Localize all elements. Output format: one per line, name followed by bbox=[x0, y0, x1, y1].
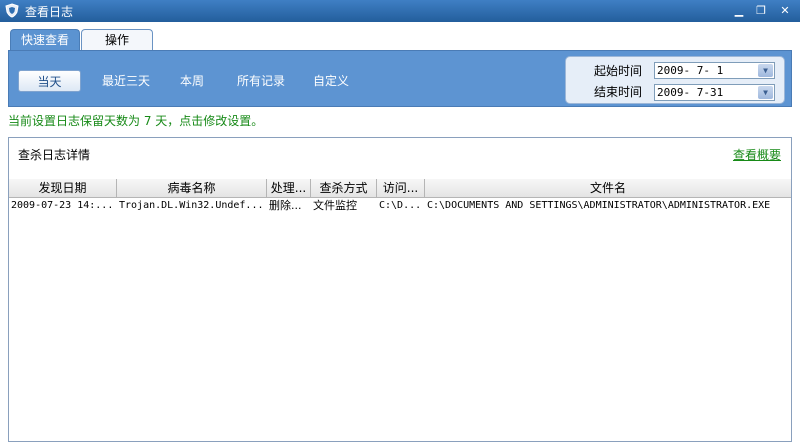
filter-all-records-button[interactable]: 所有记录 bbox=[229, 70, 293, 92]
column-header-action[interactable]: 处理... bbox=[267, 179, 311, 197]
filter-toolbar: 当天 最近三天 本周 所有记录 自定义 起始时间 2009- 7- 1 ▼ 结束… bbox=[8, 50, 792, 107]
tab-operations[interactable]: 操作 bbox=[81, 29, 153, 52]
log-details-panel: 查杀日志详情 查看概要 发现日期 病毒名称 处理... 查杀方式 访问... 文… bbox=[8, 137, 792, 442]
table-row[interactable]: 2009-07-23 14:... Trojan.DL.Win32.Undef.… bbox=[9, 198, 791, 214]
log-retention-note-link[interactable]: 当前设置日志保留天数为 7 天，点击修改设置。 bbox=[8, 112, 263, 129]
table-header: 发现日期 病毒名称 处理... 查杀方式 访问... 文件名 bbox=[9, 179, 791, 198]
column-header-file-name[interactable]: 文件名 bbox=[425, 179, 791, 197]
log-details-heading: 查杀日志详情 bbox=[18, 148, 91, 162]
view-overview-link[interactable]: 查看概要 bbox=[733, 146, 781, 163]
column-header-date[interactable]: 发现日期 bbox=[9, 179, 117, 197]
end-date-label: 结束时间 bbox=[594, 85, 643, 99]
end-date-value: 2009- 7-31 bbox=[657, 86, 724, 99]
cell-access: C:\D... bbox=[379, 200, 422, 211]
filter-custom-button[interactable]: 自定义 bbox=[305, 70, 357, 92]
date-range-panel: 起始时间 2009- 7- 1 ▼ 结束时间 2009- 7-31 ▼ bbox=[565, 56, 785, 104]
restore-button[interactable]: ❐ bbox=[754, 4, 768, 18]
chevron-down-icon[interactable]: ▼ bbox=[758, 86, 773, 99]
start-date-label: 起始时间 bbox=[594, 64, 643, 78]
tab-strip: 快速查看 操作 bbox=[0, 22, 800, 52]
cell-date: 2009-07-23 14:... bbox=[11, 200, 114, 211]
window-title: 查看日志 bbox=[25, 5, 74, 19]
filter-this-week-button[interactable]: 本周 bbox=[169, 70, 215, 92]
column-header-virus-name[interactable]: 病毒名称 bbox=[117, 179, 267, 197]
end-date-picker[interactable]: 2009- 7-31 ▼ bbox=[654, 84, 775, 101]
filter-last-three-days-button[interactable]: 最近三天 bbox=[91, 70, 161, 92]
column-header-method[interactable]: 查杀方式 bbox=[311, 179, 377, 197]
close-button[interactable]: ✕ bbox=[778, 4, 792, 18]
start-date-value: 2009- 7- 1 bbox=[657, 64, 724, 77]
chevron-down-icon[interactable]: ▼ bbox=[758, 64, 773, 77]
tab-quick-view[interactable]: 快速查看 bbox=[10, 29, 80, 52]
shield-icon bbox=[5, 3, 19, 18]
cell-method: 文件监控 bbox=[313, 199, 357, 212]
start-date-picker[interactable]: 2009- 7- 1 ▼ bbox=[654, 62, 775, 79]
cell-virus-name: Trojan.DL.Win32.Undef... bbox=[119, 200, 264, 211]
minimize-button[interactable]: ▁ bbox=[732, 4, 746, 18]
cell-file-name: C:\DOCUMENTS AND SETTINGS\ADMINISTRATOR\… bbox=[427, 200, 771, 211]
title-bar: 查看日志 ▁ ❐ ✕ bbox=[0, 0, 800, 22]
cell-action: 删除... bbox=[269, 199, 302, 212]
column-header-access[interactable]: 访问... bbox=[377, 179, 425, 197]
filter-today-button[interactable]: 当天 bbox=[18, 70, 81, 92]
